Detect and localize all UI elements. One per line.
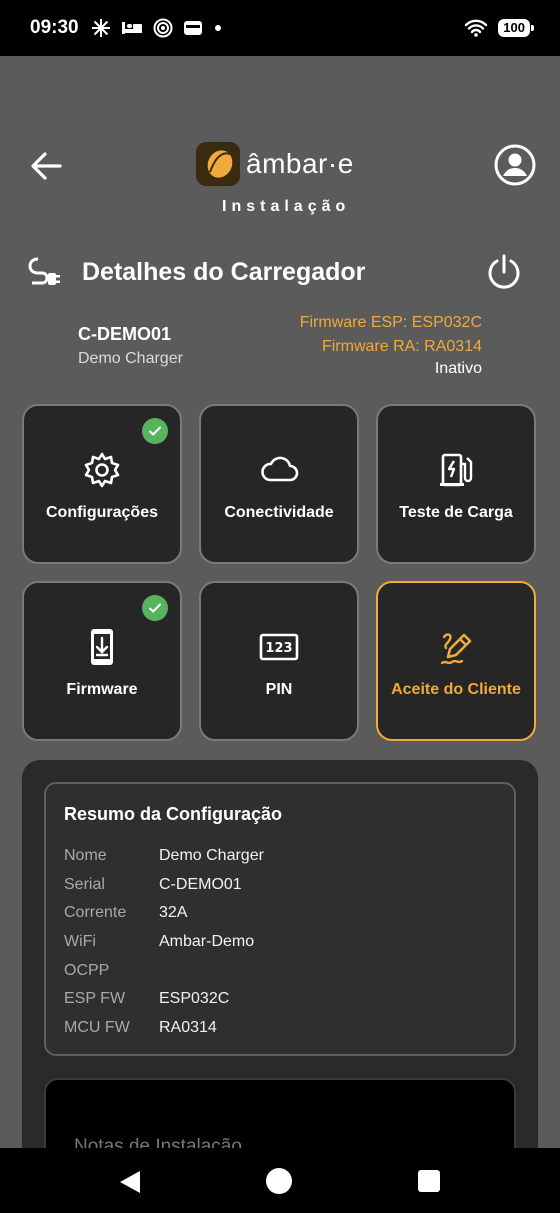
nav-recents-icon[interactable] <box>418 1170 440 1192</box>
summary-row: WiFi Ambar-Demo <box>64 928 504 957</box>
tile-pin[interactable]: 123 PIN <box>199 581 359 741</box>
gear-icon <box>84 452 120 488</box>
check-icon <box>142 418 168 444</box>
status-bar: 09:30 100 <box>0 0 560 56</box>
bed-icon <box>121 22 142 34</box>
tile-label: Conectividade <box>224 504 334 521</box>
power-icon <box>488 254 520 289</box>
summary-row: Nome Demo Charger <box>64 842 504 871</box>
summary-row: OCPP <box>64 956 504 985</box>
tile-conectividade[interactable]: Conectividade <box>199 404 359 564</box>
cloud-icon <box>261 456 299 482</box>
summary-key: WiFi <box>64 933 96 951</box>
charger-name: Demo Charger <box>78 350 183 367</box>
firmware-esp: Firmware ESP: ESP032C <box>299 314 482 331</box>
summary-value: Ambar-Demo <box>159 933 255 951</box>
tile-configuracoes[interactable]: Configurações <box>22 404 182 564</box>
sparkle-icon <box>91 19 110 37</box>
summary-value: 32A <box>159 904 188 922</box>
wallet-icon <box>183 21 202 35</box>
arrow-left-icon <box>31 152 62 180</box>
summary-rows: Nome Demo Charger Serial C-DEMO01 Corrente… <box>64 842 504 1042</box>
status-icons-right: 100 <box>464 18 534 38</box>
signature-icon <box>440 633 472 665</box>
tile-label: Configurações <box>45 504 158 521</box>
tile-label: Aceite do Cliente <box>391 681 521 698</box>
summary-value: Demo Charger <box>159 847 264 865</box>
wifi-icon <box>465 19 488 37</box>
details-panel: Resumo da Configuração Nome Demo Charger … <box>22 760 538 1213</box>
tile-aceite-do-cliente[interactable]: Aceite do Cliente <box>376 581 536 741</box>
back-button[interactable] <box>26 146 66 186</box>
top-app-bar: âmbar·e Instalação <box>0 130 560 220</box>
profile-button[interactable] <box>492 142 538 188</box>
account-circle-icon <box>494 144 536 186</box>
summary-key: Nome <box>64 847 107 865</box>
summary-key: OCPP <box>64 961 110 979</box>
brand-subtitle: Instalação <box>222 198 351 215</box>
brand-name: âmbar·e <box>246 148 354 179</box>
target-icon <box>153 18 173 38</box>
status-time: 09:30 <box>30 17 79 38</box>
ambar-logo-icon <box>196 142 240 186</box>
summary-key: ESP FW <box>64 990 126 1008</box>
section-header: Detalhes do Carregador <box>24 250 536 294</box>
config-summary-card: Resumo da Configuração Nome Demo Charger … <box>44 782 516 1056</box>
tile-firmware[interactable]: Firmware <box>22 581 182 741</box>
summary-value: RA0314 <box>159 1018 217 1036</box>
tile-label: Teste de Carga <box>399 504 513 521</box>
svg-text:123: 123 <box>265 641 292 656</box>
summary-row: Corrente 32A <box>64 899 504 928</box>
summary-row: MCU FW RA0314 <box>64 1014 504 1043</box>
battery-indicator: 100 <box>498 19 534 37</box>
tile-label: PIN <box>265 681 293 698</box>
page-title: Detalhes do Carregador <box>82 257 366 286</box>
summary-row: ESP FW ESP032C <box>64 985 504 1014</box>
summary-value: ESP032C <box>159 990 230 1008</box>
brand: âmbar·e Instalação <box>196 142 376 216</box>
restart-button[interactable] <box>484 252 524 292</box>
check-icon <box>142 595 168 621</box>
summary-row: Serial C-DEMO01 <box>64 871 504 900</box>
nav-home-icon[interactable] <box>266 1168 292 1194</box>
status-icons-left <box>91 18 223 38</box>
charger-serial: C-DEMO01 <box>78 324 172 344</box>
pin-123-icon: 123 <box>259 633 299 661</box>
charger-info: C-DEMO01 Demo Charger Firmware ESP: ESP0… <box>78 310 482 380</box>
charger-status: Inativo <box>434 360 482 377</box>
summary-key: Corrente <box>64 904 127 922</box>
tile-teste-de-carga[interactable]: Teste de Carga <box>376 404 536 564</box>
summary-title: Resumo da Configuração <box>64 804 283 824</box>
plug-icon <box>28 257 60 285</box>
summary-key: Serial <box>64 875 105 893</box>
firmware-ra: Firmware RA: RA0314 <box>321 338 482 355</box>
summary-key: MCU FW <box>64 1018 130 1036</box>
phone-download-icon <box>91 629 113 665</box>
nav-back-icon[interactable] <box>116 1168 144 1196</box>
tile-label: Firmware <box>66 681 138 698</box>
summary-value: C-DEMO01 <box>159 875 242 893</box>
system-nav-bar <box>0 1148 560 1213</box>
dot-icon <box>214 25 221 31</box>
ev-station-icon <box>440 453 473 487</box>
